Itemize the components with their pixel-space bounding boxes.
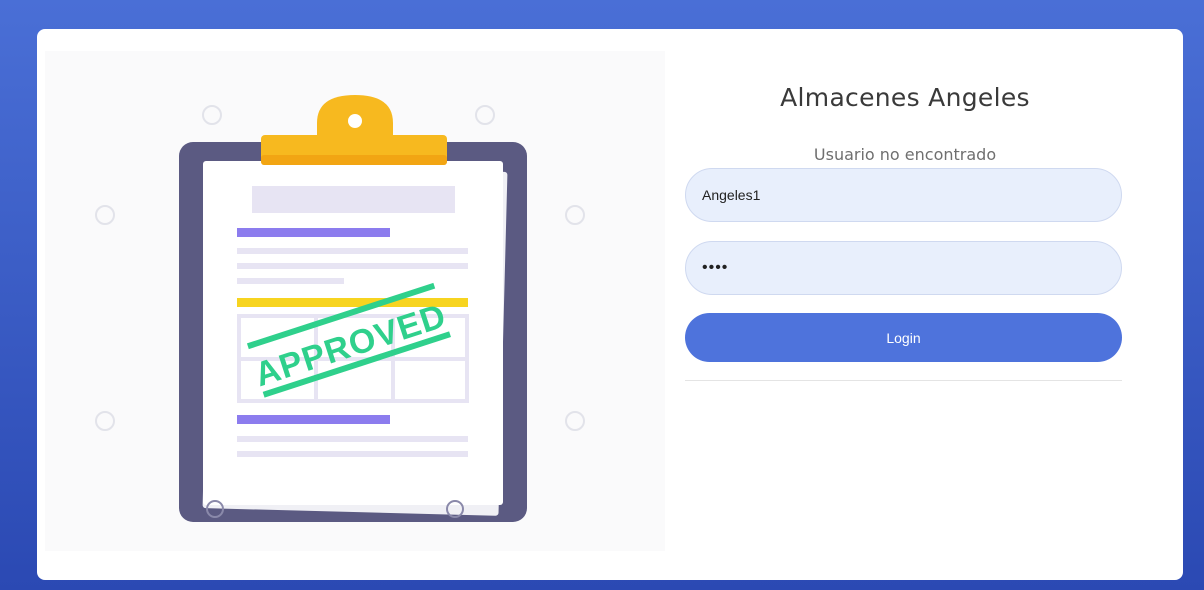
divider xyxy=(685,380,1122,381)
paper-line xyxy=(237,451,468,457)
paper-header-box xyxy=(252,186,455,213)
username-input[interactable] xyxy=(685,168,1122,222)
login-form: Almacenes Angeles Usuario no encontrado … xyxy=(685,29,1125,580)
paper-line xyxy=(237,436,468,442)
clip-shadow xyxy=(261,155,447,165)
clip-hole xyxy=(348,114,362,128)
error-message: Usuario no encontrado xyxy=(813,145,997,164)
paper-purple-bar xyxy=(237,415,390,424)
paper-line xyxy=(237,248,468,254)
login-button[interactable]: Login xyxy=(685,313,1122,362)
clipboard-illustration: APPROVED xyxy=(45,51,665,551)
paper-line xyxy=(237,278,344,284)
password-input[interactable] xyxy=(685,241,1122,295)
paper-purple-bar xyxy=(237,228,390,237)
clipboard-approved-illustration: APPROVED xyxy=(95,95,585,522)
paper-line xyxy=(237,263,468,269)
page-title: Almacenes Angeles xyxy=(780,83,1030,112)
login-card: APPROVED Almacenes Angeles Usuario no en… xyxy=(37,29,1183,580)
